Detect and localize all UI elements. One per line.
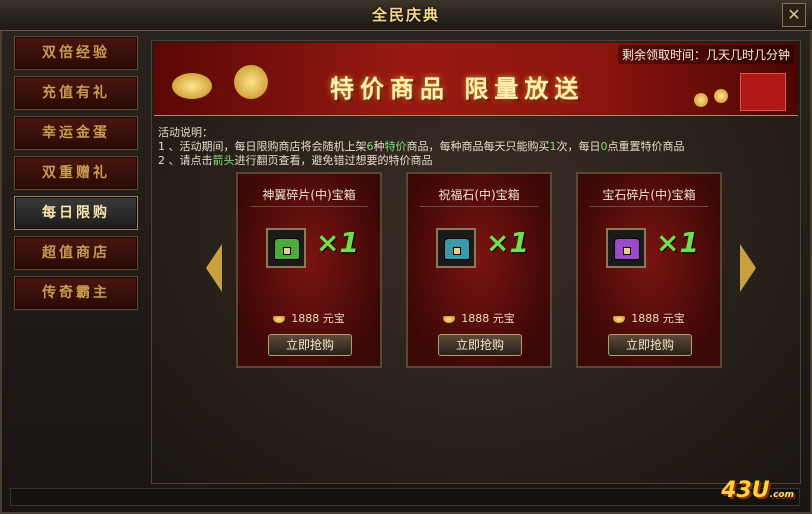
sidebar-item-double-gift[interactable]: 双重赠礼 — [14, 156, 138, 190]
coin-decoration — [714, 89, 728, 103]
product-slot[interactable] — [266, 228, 306, 268]
sidebar-item-daily-limited[interactable]: 每日限购 — [14, 196, 138, 230]
gold-ingot-icon — [443, 315, 456, 323]
divider — [250, 206, 368, 207]
lock-icon — [283, 247, 291, 255]
sidebar-item-value-shop[interactable]: 超值商店 — [14, 236, 138, 270]
product-card: 宝石碎片(中)宝箱 ×1 1888 元宝 立即抢购 — [576, 172, 722, 368]
gift-box-decoration — [740, 73, 786, 111]
product-slot[interactable] — [606, 228, 646, 268]
window-title: 全民庆典 — [371, 6, 440, 24]
sidebar-item-legend-lord[interactable]: 传奇霸主 — [14, 276, 138, 310]
arrow-left-icon[interactable] — [206, 244, 222, 292]
product-slot[interactable] — [436, 228, 476, 268]
product-name: 祝福石(中)宝箱 — [438, 188, 520, 202]
sidebar: 双倍经验 充值有礼 幸运金蛋 双重赠礼 每日限购 超值商店 传奇霸主 — [10, 36, 140, 320]
gold-ingot-icon — [273, 315, 286, 323]
product-quantity: ×1 — [486, 226, 529, 259]
close-button[interactable]: ✕ — [782, 3, 806, 27]
sidebar-item-recharge-gift[interactable]: 充值有礼 — [14, 76, 138, 110]
coin-decoration — [694, 93, 708, 107]
sidebar-item-double-exp[interactable]: 双倍经验 — [14, 36, 138, 70]
remaining-time: 剩余领取时间：几天几时几分钟 — [617, 45, 794, 64]
description-heading: 活动说明： — [158, 126, 213, 139]
site-logo: 43U.com — [721, 478, 794, 503]
product-quantity: ×1 — [316, 226, 359, 259]
buy-now-button[interactable]: 立即抢购 — [268, 334, 352, 356]
gold-ingot-decoration — [172, 73, 212, 99]
promo-banner: 特价商品 限量放送 剩余领取时间：几天几时几分钟 — [154, 43, 798, 116]
product-price: 1888 元宝 — [408, 310, 550, 326]
buy-now-button[interactable]: 立即抢购 — [608, 334, 692, 356]
product-card: 祝福石(中)宝箱 ×1 1888 元宝 立即抢购 — [406, 172, 552, 368]
gold-ingot-decoration — [234, 65, 268, 99]
arrow-right-icon[interactable] — [740, 244, 756, 292]
description-line-2: 2 、请点击箭头进行翻页查看，避免错过想要的特价商品 — [158, 154, 433, 167]
product-card: 神翼碎片(中)宝箱 ×1 1888 元宝 立即抢购 — [236, 172, 382, 368]
buy-now-button[interactable]: 立即抢购 — [438, 334, 522, 356]
description-line-1: 1 、活动期间，每日限购商店将会随机上架6种特价商品，每种商品每天只能购买1次，… — [158, 140, 685, 153]
gold-ingot-icon — [613, 315, 626, 323]
product-name: 神翼碎片(中)宝箱 — [262, 188, 356, 202]
lock-icon — [623, 247, 631, 255]
lock-icon — [453, 247, 461, 255]
product-price: 1888 元宝 — [578, 310, 720, 326]
product-name: 宝石碎片(中)宝箱 — [602, 188, 696, 202]
bottom-bar — [10, 488, 800, 506]
product-price: 1888 元宝 — [238, 310, 380, 326]
product-quantity: ×1 — [656, 226, 699, 259]
title-bar: 全民庆典 ✕ — [0, 0, 812, 31]
banner-headline: 特价商品 限量放送 — [330, 75, 585, 103]
sidebar-item-lucky-egg[interactable]: 幸运金蛋 — [14, 116, 138, 150]
divider — [420, 206, 538, 207]
divider — [590, 206, 708, 207]
event-description: 活动说明： 1 、活动期间，每日限购商店将会随机上架6种特价商品，每种商品每天只… — [158, 126, 685, 168]
